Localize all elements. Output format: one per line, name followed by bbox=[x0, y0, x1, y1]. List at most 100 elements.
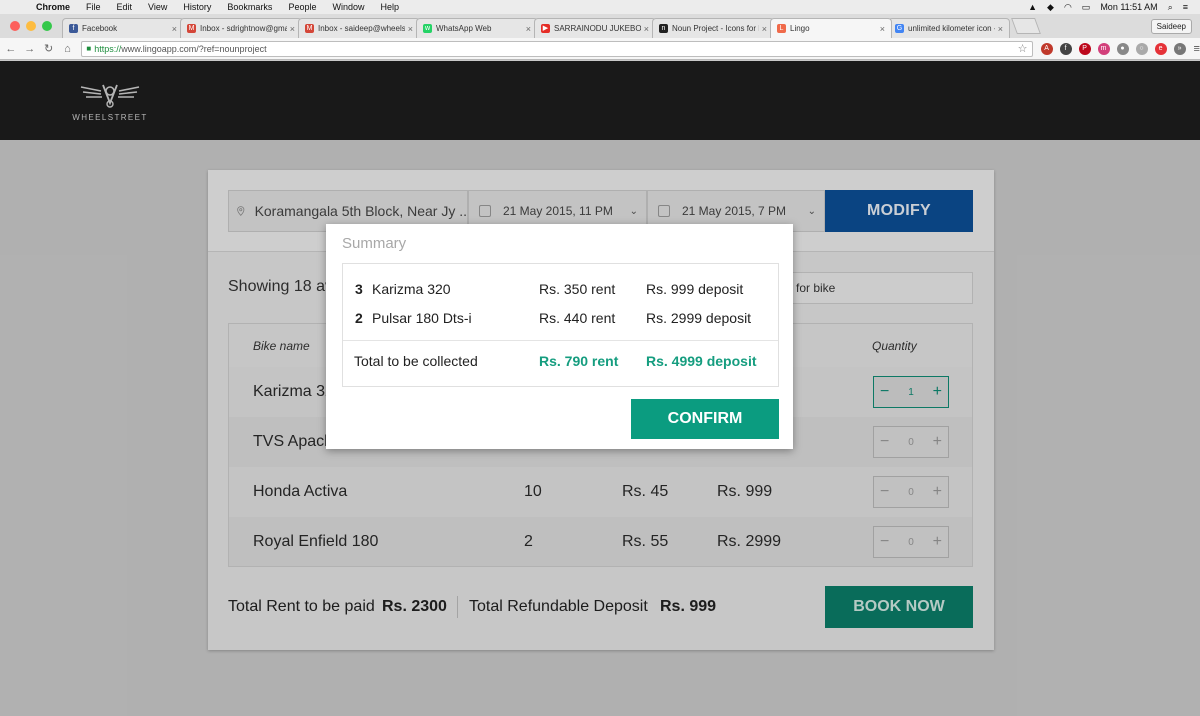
logo-text: WHEELSTREET bbox=[72, 113, 148, 122]
menu-help[interactable]: Help bbox=[372, 2, 407, 12]
close-window-icon[interactable] bbox=[10, 21, 20, 31]
confirm-button[interactable]: CONFIRM bbox=[631, 399, 779, 439]
bike-filter-input[interactable]: for bike bbox=[783, 272, 973, 304]
menubar-clock[interactable]: Mon 11:51 AM bbox=[1100, 2, 1157, 12]
summary-qty: 2 bbox=[355, 310, 363, 326]
quantity-stepper: − 1 + bbox=[873, 376, 949, 408]
tab-close-icon[interactable]: × bbox=[644, 24, 649, 34]
tab-gmail-2[interactable]: M Inbox - saideep@wheelstr × bbox=[298, 18, 420, 38]
menu-file[interactable]: File bbox=[78, 2, 109, 12]
adblock-icon[interactable]: A bbox=[1040, 42, 1053, 55]
total-deposit-label: Total Refundable Deposit bbox=[469, 598, 648, 615]
tab-close-icon[interactable]: × bbox=[762, 24, 767, 34]
chrome-menu-icon[interactable]: ≡ bbox=[1194, 43, 1200, 55]
google-icon: G bbox=[895, 24, 904, 33]
quantity-value: 1 bbox=[908, 386, 914, 398]
pinterest-icon[interactable]: P bbox=[1078, 42, 1091, 55]
summary-item: 2 Pulsar 180 Dts-i Rs. 440 rent Rs. 2999… bbox=[343, 310, 778, 330]
ebay-icon[interactable]: e bbox=[1154, 42, 1167, 55]
spotlight-icon[interactable]: ⌕ bbox=[1168, 2, 1173, 13]
tab-noun-project[interactable]: n Noun Project - Icons for Ev × bbox=[652, 18, 774, 38]
modify-button[interactable]: MODIFY bbox=[825, 190, 973, 232]
home-icon[interactable]: ⌂ bbox=[60, 43, 76, 55]
tab-whatsapp[interactable]: w WhatsApp Web × bbox=[416, 18, 538, 38]
plus-icon[interactable]: + bbox=[933, 384, 942, 400]
tab-close-icon[interactable]: × bbox=[290, 24, 295, 34]
header-bike-name: Bike name bbox=[253, 338, 310, 353]
dropbox-icon[interactable]: ◆ bbox=[1047, 2, 1054, 13]
formula-icon[interactable]: f bbox=[1059, 42, 1072, 55]
bike-available: 10 bbox=[524, 483, 542, 500]
summary-modal: Summary 3 Karizma 320 Rs. 350 rent Rs. 9… bbox=[326, 224, 793, 449]
quantity-stepper: − 0 + bbox=[873, 426, 949, 458]
notification-icon[interactable]: ≡ bbox=[1183, 2, 1188, 12]
menu-people[interactable]: People bbox=[280, 2, 324, 12]
total-rent-label: Total Rent to be paid bbox=[228, 598, 375, 615]
tab-facebook[interactable]: f Facebook × bbox=[62, 18, 184, 38]
extension-icon[interactable]: ○ bbox=[1135, 42, 1148, 55]
back-icon[interactable]: ← bbox=[3, 43, 19, 55]
extension-icon[interactable]: m bbox=[1097, 42, 1110, 55]
quantity-value: 0 bbox=[908, 436, 914, 448]
menu-window[interactable]: Window bbox=[324, 2, 372, 12]
total-deposit: Rs. 4999 deposit bbox=[646, 353, 757, 369]
total-label: Total to be collected bbox=[354, 353, 478, 369]
tab-close-icon[interactable]: × bbox=[998, 24, 1003, 34]
header-quantity: Quantity bbox=[872, 338, 917, 353]
tab-label: Noun Project - Icons for Ev bbox=[672, 24, 759, 33]
calendar-icon bbox=[479, 205, 491, 217]
maximize-window-icon[interactable] bbox=[42, 21, 52, 31]
minus-icon[interactable]: − bbox=[880, 384, 889, 400]
chevron-down-icon: ⌄ bbox=[629, 205, 638, 217]
bookmark-star-icon[interactable]: ☆ bbox=[1018, 42, 1028, 55]
menu-history[interactable]: History bbox=[175, 2, 219, 12]
new-tab-button[interactable] bbox=[1011, 18, 1041, 34]
forward-icon[interactable]: → bbox=[22, 43, 38, 55]
bike-rent: Rs. 55 bbox=[622, 533, 669, 550]
extension-icon[interactable]: » bbox=[1173, 42, 1186, 55]
tab-youtube[interactable]: ▶ SARRAINODU JUKEBOX × bbox=[534, 18, 656, 38]
tab-close-icon[interactable]: × bbox=[408, 24, 413, 34]
plus-icon[interactable]: + bbox=[933, 534, 942, 550]
site-header: WHEELSTREET bbox=[0, 61, 1200, 140]
chevron-down-icon: ⌄ bbox=[807, 205, 816, 217]
minus-icon[interactable]: − bbox=[880, 434, 889, 450]
browser-toolbar: ← → ↻ ⌂ ■ https:// www.lingoapp.com/?ref… bbox=[0, 38, 1200, 60]
menu-bookmarks[interactable]: Bookmarks bbox=[219, 2, 280, 12]
reload-icon[interactable]: ↻ bbox=[41, 42, 57, 55]
total-rent-value: Rs. 2300 bbox=[382, 598, 447, 615]
battery-icon[interactable]: ▭ bbox=[1082, 2, 1091, 13]
tab-close-icon[interactable]: × bbox=[172, 24, 177, 34]
profile-button[interactable]: Saideep bbox=[1150, 18, 1192, 34]
tab-gmail-1[interactable]: M Inbox - sdrightnow@gmail × bbox=[180, 18, 302, 38]
minus-icon[interactable]: − bbox=[880, 484, 889, 500]
bike-rent: Rs. 45 bbox=[622, 483, 669, 500]
address-bar[interactable]: ■ https:// www.lingoapp.com/?ref=nounpro… bbox=[81, 40, 1033, 57]
tab-lingo[interactable]: L Lingo × bbox=[770, 18, 892, 38]
adobe-icon[interactable]: ▲ bbox=[1028, 2, 1037, 12]
plus-icon[interactable]: + bbox=[933, 484, 942, 500]
gmail-icon: M bbox=[305, 24, 314, 33]
lingo-icon: L bbox=[777, 24, 786, 33]
end-date-value: 21 May 2015, 7 PM bbox=[682, 204, 787, 218]
start-date-value: 21 May 2015, 11 PM bbox=[503, 204, 613, 218]
wheelstreet-logo[interactable]: WHEELSTREET bbox=[70, 81, 150, 122]
minimize-window-icon[interactable] bbox=[26, 21, 36, 31]
quantity-value: 0 bbox=[908, 536, 914, 548]
tab-close-icon[interactable]: × bbox=[880, 24, 885, 34]
menu-edit[interactable]: Edit bbox=[109, 2, 141, 12]
gmail-icon: M bbox=[187, 24, 196, 33]
quantity-stepper: − 0 + bbox=[873, 526, 949, 558]
tab-close-icon[interactable]: × bbox=[526, 24, 531, 34]
minus-icon[interactable]: − bbox=[880, 534, 889, 550]
menu-app-name[interactable]: Chrome bbox=[28, 2, 78, 12]
wifi-icon[interactable]: ◠ bbox=[1064, 2, 1072, 13]
bike-available: 2 bbox=[524, 533, 533, 550]
tab-label: Inbox - sdrightnow@gmail bbox=[200, 24, 287, 33]
book-now-button[interactable]: BOOK NOW bbox=[825, 586, 973, 628]
extension-icon[interactable]: ● bbox=[1116, 42, 1129, 55]
menu-view[interactable]: View bbox=[140, 2, 175, 12]
browser-tab-strip: f Facebook × M Inbox - sdrightnow@gmail … bbox=[0, 14, 1200, 38]
plus-icon[interactable]: + bbox=[933, 434, 942, 450]
tab-google[interactable]: G unlimited kilometer icon - G × bbox=[888, 18, 1010, 38]
